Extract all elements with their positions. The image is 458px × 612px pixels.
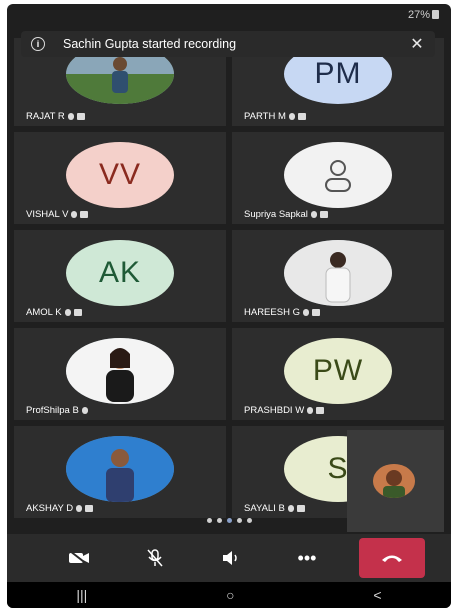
participant-name: Supriya Sapkal [244, 209, 328, 220]
participant-tile[interactable]: HAREESH G [232, 230, 444, 322]
avatar [66, 338, 174, 404]
battery-icon [432, 10, 439, 19]
end-call-icon [382, 555, 402, 562]
self-photo [373, 464, 415, 498]
participant-name: VISHAL V [26, 209, 89, 220]
battery-level: 27% [407, 9, 430, 21]
camera-toggle-button[interactable] [41, 538, 117, 578]
participant-tile[interactable]: Supriya Sapkal [232, 132, 444, 224]
participant-name: HAREESH G [244, 307, 320, 318]
camera-off-icon [69, 550, 89, 566]
back-button[interactable]: < [373, 587, 381, 603]
call-toolbar: ••• [7, 534, 451, 582]
status-bar: 27% [7, 4, 451, 26]
page-dot[interactable] [207, 518, 212, 523]
participant-tile[interactable]: ProfShilpa B [14, 328, 226, 420]
speaker-button[interactable] [193, 538, 269, 578]
participant-photo [66, 338, 174, 404]
speaker-icon [223, 551, 237, 565]
avatar [66, 436, 174, 502]
mic-toggle-button[interactable] [117, 538, 193, 578]
avatar [284, 142, 392, 208]
person-icon [325, 160, 351, 192]
participant-name: PARTH M [244, 111, 306, 122]
end-call-button[interactable] [359, 538, 425, 578]
mic-off-icon [147, 549, 163, 567]
participant-tile[interactable]: AKSHAY D [14, 426, 226, 518]
mic-off-icon [81, 407, 88, 414]
more-options-button[interactable]: ••• [269, 538, 345, 578]
home-button[interactable]: ○ [226, 587, 234, 603]
recent-apps-button[interactable]: ||| [76, 587, 87, 603]
participant-name: AKSHAY D [26, 503, 94, 514]
participant-name: SAYALI B [244, 503, 305, 514]
camera-icon [76, 113, 85, 120]
page-dot[interactable] [217, 518, 222, 523]
participant-name: ProfShilpa B [26, 405, 88, 416]
banner-text: Sachin Gupta started recording [63, 37, 237, 51]
avatar: AK [66, 240, 174, 306]
self-video [373, 464, 415, 498]
close-icon[interactable]: ✕ [407, 34, 427, 54]
page-dot[interactable] [247, 518, 252, 523]
page-indicator[interactable] [207, 518, 252, 523]
avatar: VV [66, 142, 174, 208]
info-icon: i [31, 37, 45, 51]
participant-tile[interactable]: AK AMOL K [14, 230, 226, 322]
participant-name: PRASHBDI W [244, 405, 325, 416]
mic-icon [67, 113, 74, 120]
recording-banner: i Sachin Gupta started recording ✕ [21, 31, 435, 57]
avatar [284, 240, 392, 306]
self-view[interactable] [347, 430, 444, 532]
system-nav-bar: ||| ○ < [7, 582, 451, 608]
avatar: PW [284, 338, 392, 404]
participant-name: AMOL K [26, 307, 82, 318]
participant-tile[interactable]: PW PRASHBDI W [232, 328, 444, 420]
participant-name: RAJAT R [26, 111, 85, 122]
participant-tile[interactable]: VV VISHAL V [14, 132, 226, 224]
participant-photo [284, 240, 392, 306]
phone-screen: 27% RAJAT R PM PARTH M VV VISHAL V Supri… [7, 4, 451, 608]
page-dot[interactable] [237, 518, 242, 523]
participant-photo [66, 436, 174, 502]
page-dot-active[interactable] [227, 518, 232, 523]
more-icon: ••• [297, 547, 317, 568]
